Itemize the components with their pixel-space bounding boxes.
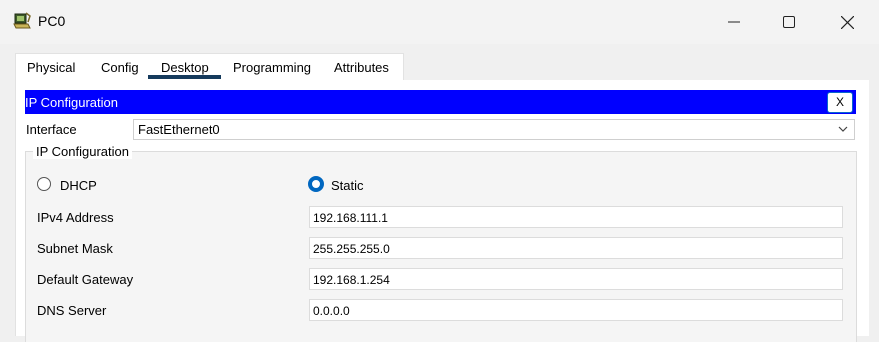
dhcp-label: DHCP <box>60 178 97 193</box>
ip-config-group-title: IP Configuration <box>33 144 132 159</box>
ip-config-header <box>25 90 856 114</box>
maximize-icon <box>783 16 795 28</box>
close-window-button[interactable] <box>818 0 876 44</box>
static-radio[interactable] <box>308 176 324 192</box>
tab-physical[interactable]: Physical <box>27 54 75 81</box>
subnet-mask-input[interactable]: 255.255.255.0 <box>309 237 843 259</box>
ipv4-address-input[interactable]: 192.168.111.1 <box>309 206 843 228</box>
subnet-mask-label: Subnet Mask <box>37 241 113 256</box>
window-title: PC0 <box>38 13 66 29</box>
title-bar: PC0 <box>0 0 879 44</box>
interface-value: FastEthernet0 <box>138 122 220 137</box>
default-gateway-label: Default Gateway <box>37 272 134 287</box>
close-icon <box>840 15 854 29</box>
active-tab-indicator <box>148 75 221 79</box>
group-spacer <box>25 144 855 151</box>
dhcp-radio[interactable] <box>37 177 51 191</box>
pc-icon <box>12 11 32 31</box>
dns-server-input[interactable]: 0.0.0.0 <box>309 299 843 321</box>
tab-attributes[interactable]: Attributes <box>334 54 389 81</box>
minimize-button[interactable] <box>705 0 763 44</box>
static-label: Static <box>331 178 364 193</box>
interface-label: Interface <box>26 122 77 137</box>
interface-select[interactable]: FastEthernet0 <box>133 119 855 140</box>
minimize-icon <box>728 21 740 23</box>
ipv4-address-label: IPv4 Address <box>37 210 114 225</box>
tab-config[interactable]: Config <box>101 54 139 81</box>
close-ip-config-button[interactable]: X <box>827 92 853 113</box>
tab-programming[interactable]: Programming <box>233 54 311 81</box>
dns-server-label: DNS Server <box>37 303 107 318</box>
maximize-button[interactable] <box>760 0 818 44</box>
ip-config-header-title: IP Configuration <box>25 95 118 110</box>
default-gateway-input[interactable]: 192.168.1.254 <box>309 268 843 290</box>
chevron-down-icon <box>838 126 848 132</box>
